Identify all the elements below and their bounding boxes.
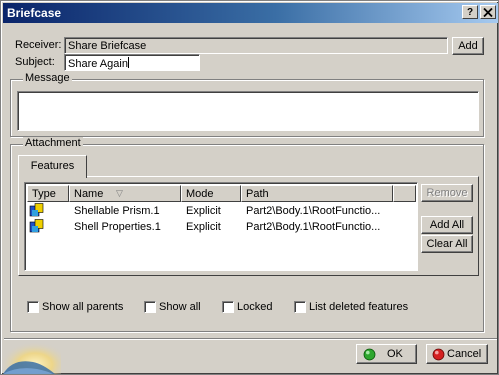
text-cursor bbox=[127, 57, 129, 68]
title-bar[interactable]: Briefcase ? bbox=[3, 3, 498, 23]
tab-features[interactable]: Features bbox=[18, 155, 87, 178]
remove-button[interactable]: Remove bbox=[421, 184, 473, 202]
subject-input[interactable]: Share Again bbox=[64, 54, 200, 71]
row-name: Shellable Prism.1 bbox=[74, 205, 160, 217]
attachment-group-label: Attachment bbox=[23, 137, 83, 149]
list-deleted-features-checkbox[interactable] bbox=[294, 301, 306, 313]
table-row[interactable]: Shellable Prism.1 Explicit Part2\Body.1\… bbox=[27, 202, 417, 218]
close-icon bbox=[483, 7, 493, 18]
subject-label: Subject: bbox=[15, 56, 55, 68]
ok-button-label: OK bbox=[387, 348, 403, 360]
close-button[interactable] bbox=[480, 5, 496, 19]
show-all-checkbox[interactable] bbox=[144, 301, 156, 313]
column-header-name-label: Name bbox=[74, 188, 104, 200]
feature-icon bbox=[29, 203, 44, 217]
cancel-button[interactable]: Cancel bbox=[426, 344, 488, 364]
footer-separator bbox=[4, 338, 497, 340]
locked-checkbox[interactable] bbox=[222, 301, 234, 313]
show-all-parents-label: Show all parents bbox=[42, 301, 124, 313]
subject-input-value: Share Again bbox=[68, 58, 128, 70]
feature-icon bbox=[29, 219, 44, 233]
briefcase-dialog: Briefcase ? Receiver: Share Briefcase Ad… bbox=[0, 0, 499, 375]
sun-logo-icon bbox=[3, 336, 61, 374]
row-mode: Explicit bbox=[186, 221, 221, 233]
row-name: Shell Properties.1 bbox=[74, 221, 161, 233]
row-path: Part2\Body.1\RootFunctio... bbox=[246, 221, 381, 233]
add-receiver-button[interactable]: Add bbox=[452, 37, 484, 55]
add-all-button[interactable]: Add All bbox=[421, 216, 473, 234]
column-header-mode[interactable]: Mode bbox=[181, 185, 241, 202]
cancel-status-icon bbox=[432, 348, 445, 361]
row-path: Part2\Body.1\RootFunctio... bbox=[246, 205, 381, 217]
list-deleted-features-label: List deleted features bbox=[309, 301, 409, 313]
clear-all-button[interactable]: Clear All bbox=[421, 235, 473, 253]
show-all-parents-checkbox[interactable] bbox=[27, 301, 39, 313]
features-list[interactable]: Type Name ▽ Mode Path Shellable Prism.1 … bbox=[24, 182, 418, 271]
show-all-label: Show all bbox=[159, 301, 201, 313]
receiver-label: Receiver: bbox=[15, 39, 62, 51]
row-mode: Explicit bbox=[186, 205, 221, 217]
table-row[interactable]: Shell Properties.1 Explicit Part2\Body.1… bbox=[27, 218, 417, 234]
message-textarea[interactable] bbox=[17, 91, 479, 131]
ok-button[interactable]: OK bbox=[356, 344, 417, 364]
column-header-filler bbox=[393, 185, 416, 202]
receiver-field: Share Briefcase bbox=[64, 37, 448, 54]
window-title: Briefcase bbox=[7, 6, 62, 20]
column-header-name[interactable]: Name ▽ bbox=[69, 185, 181, 202]
column-header-path[interactable]: Path bbox=[241, 185, 393, 202]
ok-status-icon bbox=[363, 348, 376, 361]
cancel-button-label: Cancel bbox=[447, 348, 482, 360]
locked-label: Locked bbox=[237, 301, 273, 313]
help-button[interactable]: ? bbox=[462, 5, 478, 19]
column-header-type[interactable]: Type bbox=[27, 185, 69, 202]
message-group-label: Message bbox=[23, 72, 72, 84]
sort-indicator-icon: ▽ bbox=[116, 188, 123, 198]
